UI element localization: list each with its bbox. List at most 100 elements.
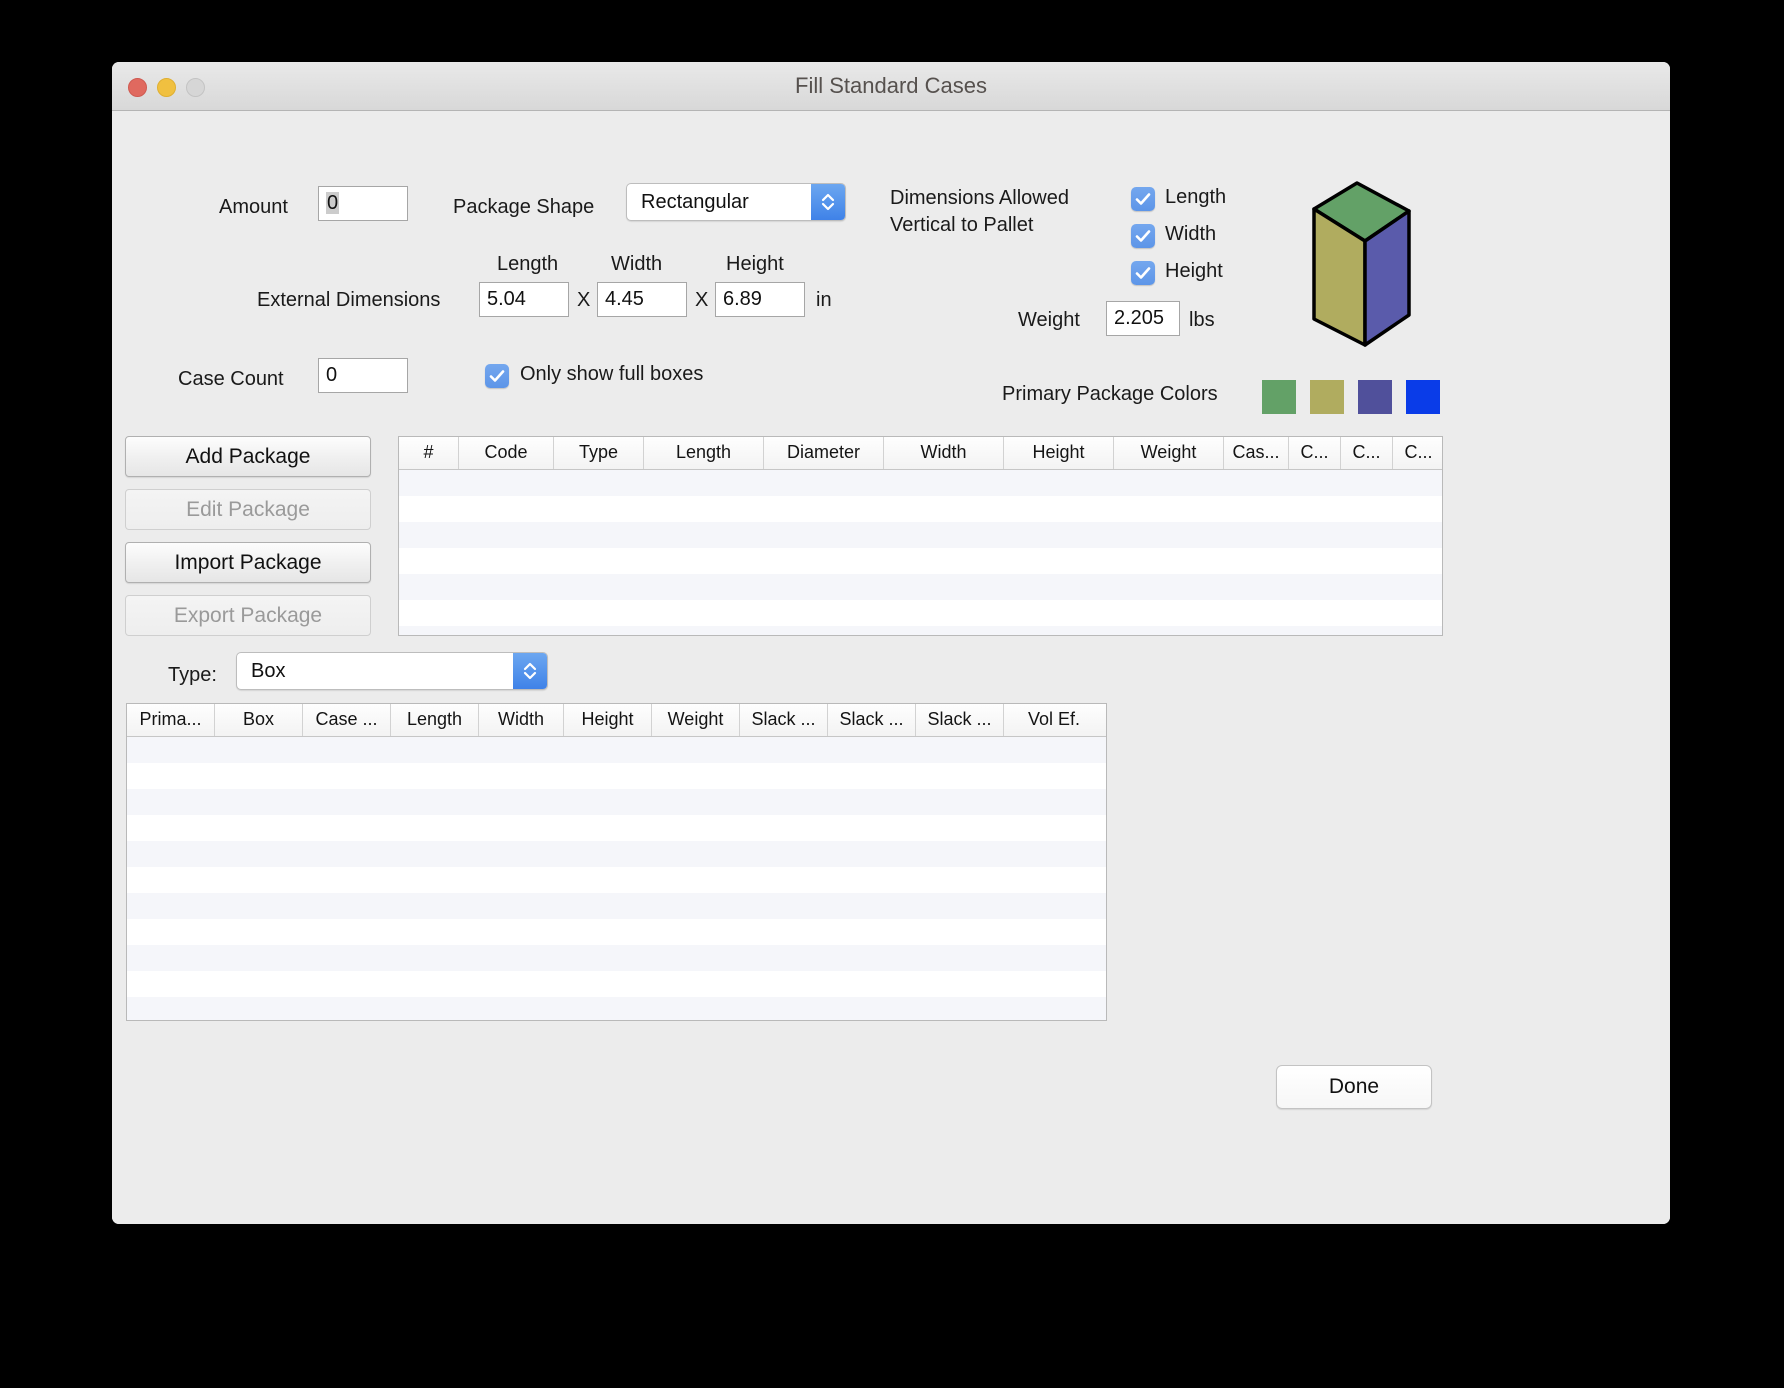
table-row[interactable]	[127, 815, 1106, 841]
color-swatch-1[interactable]	[1262, 380, 1296, 414]
checkbox-height[interactable]	[1131, 261, 1155, 285]
case-count-input[interactable]: 0	[318, 358, 408, 393]
checkbox-only-full-boxes[interactable]	[485, 364, 509, 388]
table-row[interactable]	[399, 626, 1442, 635]
add-package-button[interactable]: Add Package	[125, 436, 371, 477]
dialog-content: Amount 0 Package Shape Rectangular Dimen…	[112, 111, 1670, 1224]
table-row[interactable]	[399, 600, 1442, 626]
table-row[interactable]	[127, 737, 1106, 763]
length-input[interactable]: 5.04	[479, 282, 569, 317]
edit-package-button[interactable]: Edit Package	[125, 489, 371, 530]
title-bar: Fill Standard Cases	[112, 62, 1670, 111]
width-input[interactable]: 4.45	[597, 282, 687, 317]
package-table[interactable]: # Code Type Length Diameter Width Height Weight…	[398, 436, 1443, 636]
column-header[interactable]: Height	[564, 704, 652, 736]
amount-label: Amount	[219, 196, 288, 218]
height-input[interactable]: 6.89	[715, 282, 805, 317]
table-row[interactable]	[399, 522, 1442, 548]
amount-input[interactable]: 0	[318, 186, 408, 221]
checkbox-width[interactable]	[1131, 224, 1155, 248]
color-swatch-4[interactable]	[1406, 380, 1440, 414]
dialog-window: Fill Standard Cases Amount 0 Package Sha…	[112, 62, 1670, 1224]
table-row[interactable]	[399, 496, 1442, 522]
weight-input[interactable]: 2.205	[1106, 301, 1180, 336]
check-icon	[1135, 193, 1151, 205]
column-header[interactable]: Width	[884, 437, 1004, 469]
weight-label: Weight	[1018, 309, 1080, 331]
column-header[interactable]: Weight	[652, 704, 740, 736]
table-row[interactable]	[399, 548, 1442, 574]
dimensions-allowed-title-line2: Vertical to Pallet	[890, 214, 1034, 236]
external-dimensions-label: External Dimensions	[257, 289, 441, 311]
checkbox-height-label: Height	[1165, 260, 1223, 282]
column-header[interactable]: #	[399, 437, 459, 469]
table-row[interactable]	[127, 867, 1106, 893]
checkbox-length[interactable]	[1131, 187, 1155, 211]
package-shape-label: Package Shape	[453, 196, 595, 218]
check-icon	[1135, 230, 1151, 242]
column-header[interactable]: Cas...	[1224, 437, 1289, 469]
package-shape-select[interactable]: Rectangular	[626, 183, 846, 221]
chevron-updown-icon[interactable]	[513, 653, 547, 689]
chevron-updown-icon[interactable]	[811, 184, 845, 220]
package-table-body[interactable]	[399, 470, 1442, 635]
dimension-separator-2: X	[695, 289, 709, 311]
checkbox-width-label: Width	[1165, 223, 1217, 245]
dimension-separator-1: X	[577, 289, 591, 311]
window-title: Fill Standard Cases	[795, 73, 987, 98]
table-row[interactable]	[127, 919, 1106, 945]
export-package-button[interactable]: Export Package	[125, 595, 371, 636]
table-row[interactable]	[127, 945, 1106, 971]
column-header[interactable]: C...	[1341, 437, 1393, 469]
table-row[interactable]	[127, 971, 1106, 997]
column-header[interactable]: Case ...	[303, 704, 391, 736]
dimensions-allowed-title-line1: Dimensions Allowed	[890, 187, 1069, 209]
column-header[interactable]: Width	[479, 704, 564, 736]
checkbox-length-label: Length	[1165, 186, 1227, 208]
column-header[interactable]: Weight	[1114, 437, 1224, 469]
column-header[interactable]: Diameter	[764, 437, 884, 469]
results-table[interactable]: Prima... Box Case ... Length Width Height Weig…	[126, 703, 1107, 1021]
column-header[interactable]: Height	[1004, 437, 1114, 469]
column-header[interactable]: Code	[459, 437, 554, 469]
column-header[interactable]: Slack ...	[740, 704, 828, 736]
case-count-label: Case Count	[178, 368, 284, 390]
import-package-button[interactable]: Import Package	[125, 542, 371, 583]
table-row[interactable]	[399, 574, 1442, 600]
height-column-header: Height	[726, 253, 784, 275]
table-row[interactable]	[127, 997, 1106, 1020]
color-swatch-3[interactable]	[1358, 380, 1392, 414]
column-header[interactable]: Vol Ef.	[1004, 704, 1104, 736]
package-shape-value: Rectangular	[641, 191, 749, 213]
column-header[interactable]: Type	[554, 437, 644, 469]
amount-value: 0	[326, 192, 340, 214]
weight-units-label: lbs	[1189, 309, 1215, 331]
column-header[interactable]: Slack ...	[916, 704, 1004, 736]
column-header[interactable]: C...	[1289, 437, 1341, 469]
checkbox-only-full-boxes-label: Only show full boxes	[520, 363, 704, 385]
type-select[interactable]: Box	[236, 652, 548, 690]
column-header[interactable]: Slack ...	[828, 704, 916, 736]
column-header[interactable]: Prima...	[127, 704, 215, 736]
column-header[interactable]: Box	[215, 704, 303, 736]
table-row[interactable]	[127, 893, 1106, 919]
done-button[interactable]: Done	[1276, 1065, 1432, 1109]
table-row[interactable]	[127, 841, 1106, 867]
primary-package-colors-label: Primary Package Colors	[1002, 383, 1218, 405]
check-icon	[1135, 267, 1151, 279]
column-header[interactable]: Length	[391, 704, 479, 736]
table-row[interactable]	[399, 470, 1442, 496]
length-column-header: Length	[497, 253, 559, 275]
package-3d-preview	[1312, 181, 1411, 347]
package-table-header: # Code Type Length Diameter Width Height Weight…	[399, 437, 1442, 470]
dimensions-units-label: in	[816, 289, 832, 311]
results-table-body[interactable]	[127, 737, 1106, 1020]
column-header[interactable]: Length	[644, 437, 764, 469]
table-row[interactable]	[127, 789, 1106, 815]
column-header[interactable]: C...	[1393, 437, 1442, 469]
type-value: Box	[251, 660, 286, 682]
table-row[interactable]	[127, 763, 1106, 789]
results-table-header: Prima... Box Case ... Length Width Height Weig…	[127, 704, 1106, 737]
color-swatch-2[interactable]	[1310, 380, 1344, 414]
width-column-header: Width	[611, 253, 663, 275]
